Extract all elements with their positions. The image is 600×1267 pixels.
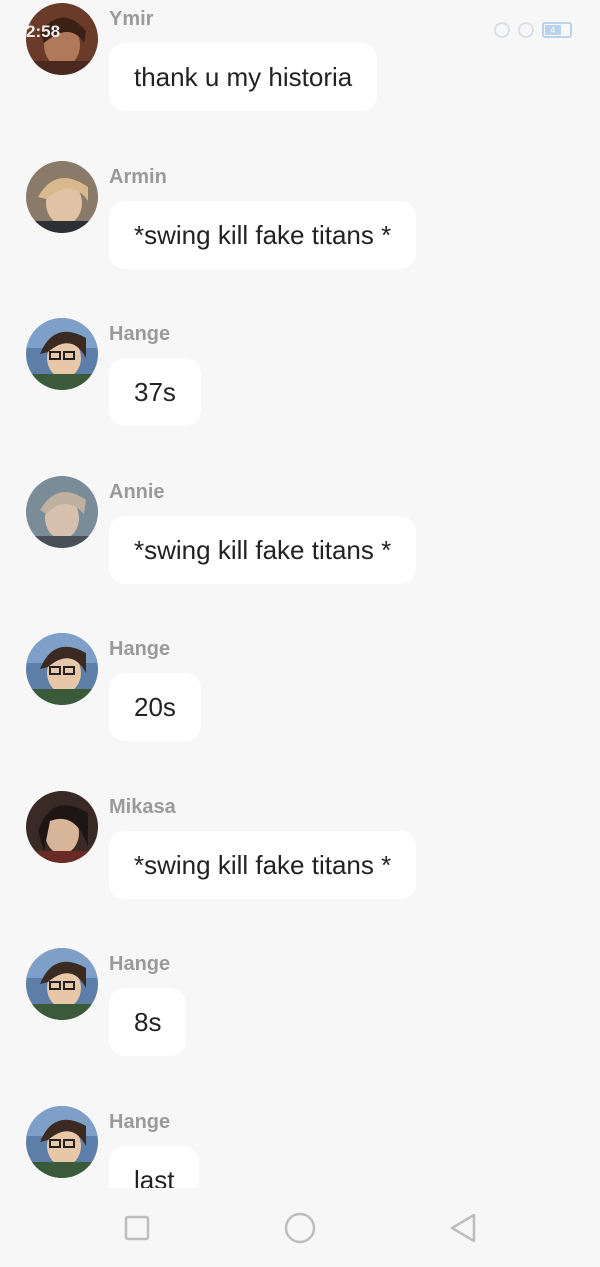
- hange-avatar[interactable]: [26, 1106, 98, 1178]
- sender-name: Hange: [109, 1111, 171, 1133]
- message-bubble[interactable]: *swing kill fake titans *: [109, 516, 417, 584]
- home-button[interactable]: [282, 1210, 318, 1246]
- sender-name: Annie: [109, 481, 165, 503]
- message-bubble[interactable]: 8s: [109, 988, 187, 1056]
- message-bubble[interactable]: 37s: [109, 358, 201, 426]
- message-row: Armin *swing kill fake titans *: [0, 161, 600, 311]
- mikasa-avatar[interactable]: [26, 791, 98, 863]
- hange-avatar[interactable]: [26, 633, 98, 705]
- navigation-bar: [0, 1188, 600, 1267]
- sender-name: Ymir: [109, 8, 154, 30]
- message-row: Hange 20s: [0, 633, 600, 783]
- message-bubble[interactable]: last: [109, 1146, 200, 1188]
- message-bubble[interactable]: 20s: [109, 673, 201, 741]
- ymir-avatar[interactable]: [26, 3, 98, 75]
- message-row: Hange last: [0, 1106, 600, 1188]
- message-list[interactable]: Ymir thank u my historia Armin *swing ki…: [0, 0, 600, 1188]
- message-row: Mikasa *swing kill fake titans *: [0, 791, 600, 941]
- message-row: Hange 8s: [0, 948, 600, 1098]
- sender-name: Hange: [109, 638, 171, 660]
- hange-avatar[interactable]: [26, 948, 98, 1020]
- circle-icon: [284, 1212, 316, 1244]
- sender-name: Mikasa: [109, 796, 176, 818]
- message-bubble[interactable]: thank u my historia: [109, 43, 378, 111]
- sender-name: Hange: [109, 953, 171, 975]
- triangle-back-icon: [450, 1213, 476, 1243]
- armin-avatar[interactable]: [26, 161, 98, 233]
- sender-name: Armin: [109, 166, 167, 188]
- message-row: Ymir thank u my historia: [0, 3, 600, 153]
- message-row: Hange 37s: [0, 318, 600, 468]
- message-bubble[interactable]: *swing kill fake titans *: [109, 831, 417, 899]
- message-bubble[interactable]: *swing kill fake titans *: [109, 201, 417, 269]
- chat-screen: Ymir thank u my historia Armin *swing ki…: [0, 0, 600, 1267]
- square-icon: [124, 1215, 150, 1241]
- annie-avatar[interactable]: [26, 476, 98, 548]
- recents-button[interactable]: [119, 1210, 155, 1246]
- sender-name: Hange: [109, 323, 171, 345]
- back-button[interactable]: [445, 1210, 481, 1246]
- hange-avatar[interactable]: [26, 318, 98, 390]
- message-row: Annie *swing kill fake titans *: [0, 476, 600, 626]
